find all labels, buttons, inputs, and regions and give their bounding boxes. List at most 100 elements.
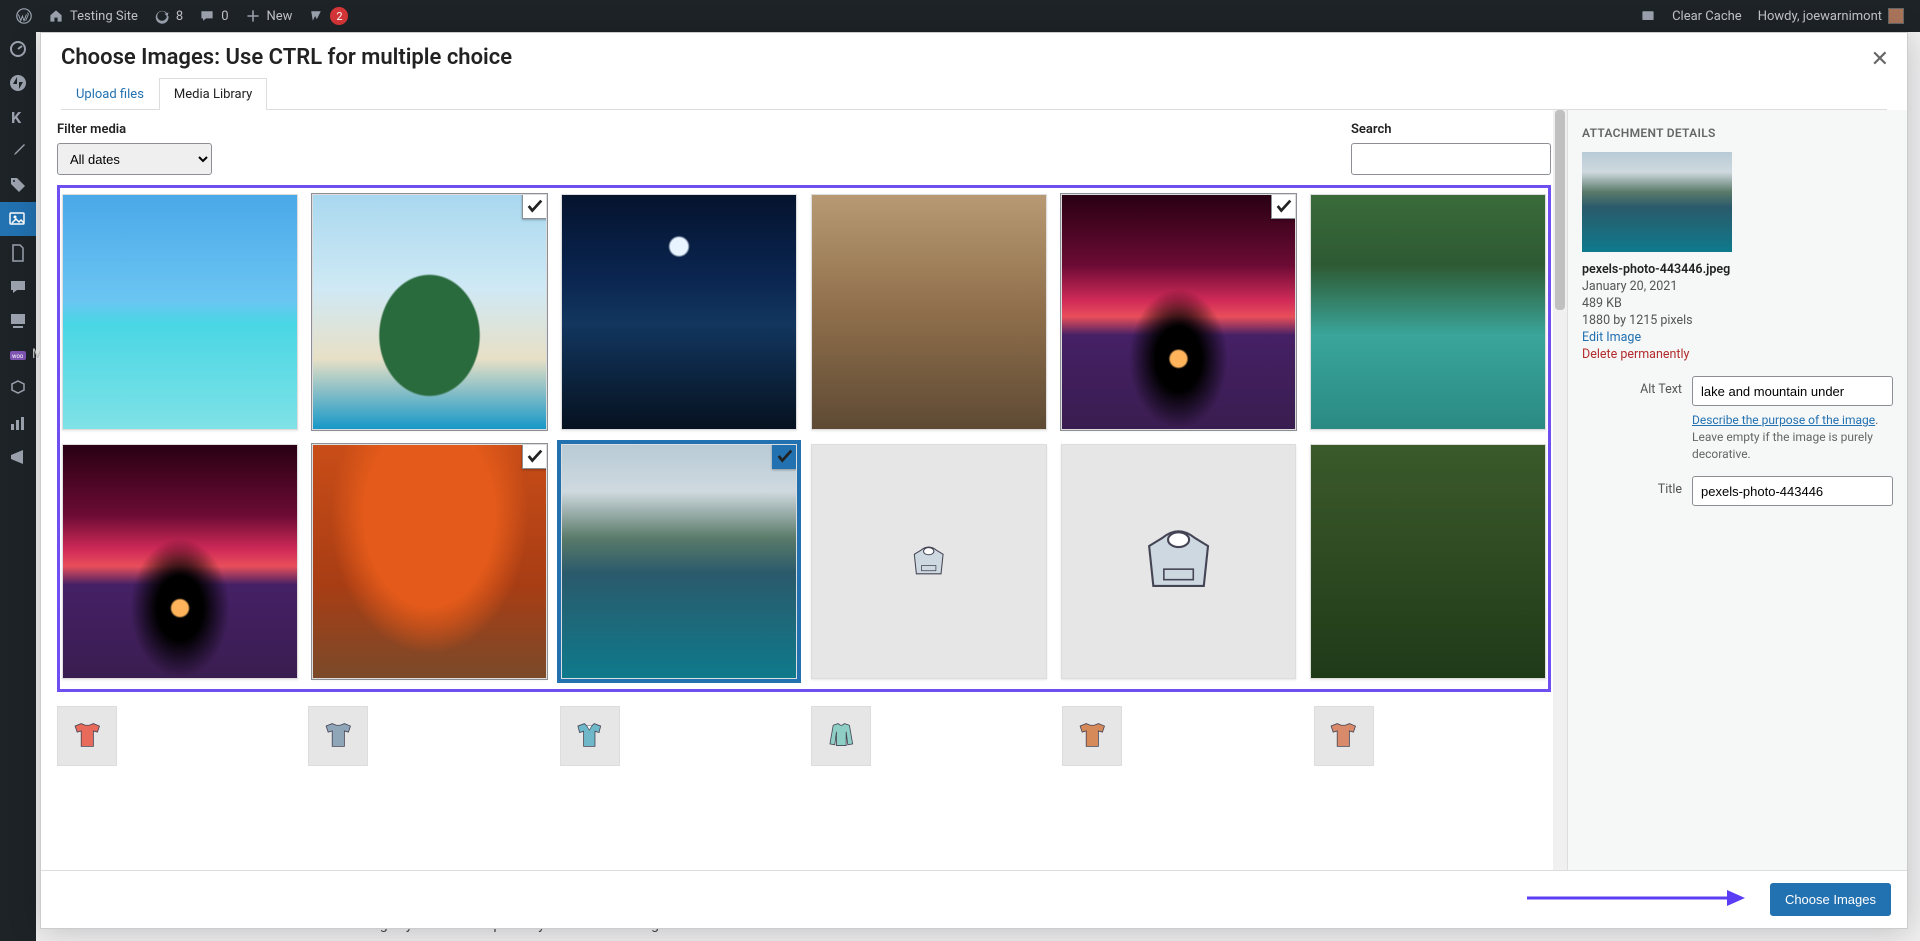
yoast-link[interactable]: 2 [300, 0, 356, 32]
menu-kinsta[interactable]: K [0, 100, 36, 134]
media-thumb-hoodie-small[interactable] [811, 444, 1047, 680]
menu-marketing[interactable] [0, 440, 36, 474]
choose-images-button[interactable]: Choose Images [1770, 883, 1891, 916]
media-thumb-product-1[interactable] [308, 706, 368, 766]
media-thumb-forest-river[interactable] [1310, 194, 1546, 430]
attachment-date: January 20, 2021 [1582, 279, 1893, 294]
media-thumb-hoodie-logo[interactable] [1061, 444, 1297, 680]
attachment-preview [1582, 152, 1732, 252]
annotation-arrow [1527, 886, 1747, 914]
search-input[interactable] [1351, 143, 1551, 175]
thumb-image [1062, 445, 1296, 679]
attachment-size: 489 KB [1582, 296, 1893, 311]
account-link[interactable]: Howdy, joewarnimont [1750, 0, 1912, 32]
title-label: Title [1582, 476, 1682, 497]
media-thumb-product-4[interactable] [1062, 706, 1122, 766]
media-toolbar: Filter media All dates Search [57, 122, 1551, 175]
media-thumb-desert-canyon[interactable] [811, 194, 1047, 430]
filter-media-group: Filter media All dates [57, 122, 212, 175]
attachment-dimensions: 1880 by 1215 pixels [1582, 313, 1893, 328]
media-thumb-product-2[interactable] [560, 706, 620, 766]
media-thumb-product-3[interactable] [811, 706, 871, 766]
media-thumb-product-5[interactable] [1314, 706, 1374, 766]
media-thumb-tree-sunset-2[interactable] [62, 444, 298, 680]
thumb-image [1062, 195, 1296, 429]
alt-text-row: Alt Text [1582, 376, 1893, 406]
thumb-image [812, 195, 1046, 429]
new-link[interactable]: New [237, 0, 301, 32]
check-icon[interactable] [522, 194, 547, 219]
new-label: New [267, 9, 293, 24]
thumb-image [313, 195, 547, 429]
menu-posts[interactable] [0, 134, 36, 168]
menu-comments[interactable] [0, 270, 36, 304]
tab-media-library[interactable]: Media Library [159, 78, 267, 110]
alt-text-help: Describe the purpose of the image. Leave… [1692, 412, 1893, 462]
delete-permanently-link[interactable]: Delete permanently [1582, 347, 1689, 362]
thumb-image [562, 195, 796, 429]
updates-link[interactable]: 8 [146, 0, 191, 32]
thumb-image [63, 195, 297, 429]
filter-dates-select[interactable]: All dates [57, 143, 212, 175]
comments-link[interactable]: 0 [191, 0, 236, 32]
menu-analytics[interactable] [0, 406, 36, 440]
media-thumb-lake-mountain[interactable] [561, 444, 797, 680]
modal-body: Filter media All dates Search ATTACHMENT… [41, 110, 1907, 870]
menu-products[interactable] [0, 168, 36, 202]
menu-media[interactable] [0, 202, 36, 236]
alt-text-input[interactable] [1692, 376, 1893, 406]
menu-jetpack[interactable] [0, 66, 36, 100]
details-heading: ATTACHMENT DETAILS [1582, 126, 1893, 140]
clear-cache-link[interactable]: Clear Cache [1664, 0, 1750, 32]
menu-dashboard[interactable] [0, 32, 36, 66]
alt-help-link[interactable]: Describe the purpose of the image [1692, 413, 1875, 427]
media-thumb-tropical-island[interactable] [312, 194, 548, 430]
media-thumb-autumn-path[interactable] [312, 444, 548, 680]
menu-pages[interactable] [0, 236, 36, 270]
svg-text:woo: woo [12, 353, 24, 360]
media-grid [62, 194, 1546, 679]
media-frame: Filter media All dates Search [41, 110, 1567, 870]
filter-media-label: Filter media [57, 122, 212, 137]
media-modal: ✕ Choose Images: Use CTRL for multiple c… [40, 32, 1908, 929]
menu-plugins[interactable] [0, 372, 36, 406]
thumb-image [1311, 195, 1545, 429]
avatar [1888, 8, 1904, 24]
media-thumb-product-0[interactable] [57, 706, 117, 766]
notifications-icon[interactable] [1632, 0, 1664, 32]
updates-count: 8 [176, 9, 183, 24]
media-thumb-pine-forest[interactable] [1310, 444, 1546, 680]
thumb-image [812, 445, 1046, 679]
edit-image-link[interactable]: Edit Image [1582, 330, 1641, 345]
modal-header: Choose Images: Use CTRL for multiple cho… [41, 33, 1907, 110]
menu-woo[interactable]: woo [0, 338, 36, 372]
refresh-icon [154, 8, 170, 24]
close-button[interactable]: ✕ [1865, 45, 1895, 73]
yoast-badge: 2 [330, 7, 348, 25]
tab-upload-files[interactable]: Upload files [61, 78, 159, 110]
media-grid-highlight [57, 185, 1551, 692]
howdy-text: Howdy, joewarnimont [1758, 9, 1882, 24]
check-icon[interactable] [772, 444, 797, 469]
media-thumb-moonlit-dock[interactable] [561, 194, 797, 430]
check-icon[interactable] [522, 444, 547, 469]
media-thumb-beach[interactable] [62, 194, 298, 430]
admin-menu: K woo [0, 32, 36, 941]
title-row: Title [1582, 476, 1893, 506]
thumb-image [313, 445, 547, 679]
thumb-image [562, 445, 796, 679]
thumb-image [1311, 445, 1545, 679]
media-thumb-tree-sunset[interactable] [1061, 194, 1297, 430]
comments-count: 0 [221, 9, 228, 24]
grid-scrollbar[interactable] [1553, 110, 1567, 870]
search-label: Search [1351, 122, 1551, 137]
search-group: Search [1351, 122, 1551, 175]
site-link[interactable]: Testing Site [40, 0, 146, 32]
wp-logo[interactable] [8, 0, 40, 32]
title-input[interactable] [1692, 476, 1893, 506]
yoast-icon [308, 8, 324, 24]
modal-tabs: Upload files Media Library [61, 78, 1887, 110]
check-icon[interactable] [1271, 194, 1296, 219]
plus-icon [245, 8, 261, 24]
menu-feedback[interactable] [0, 304, 36, 338]
